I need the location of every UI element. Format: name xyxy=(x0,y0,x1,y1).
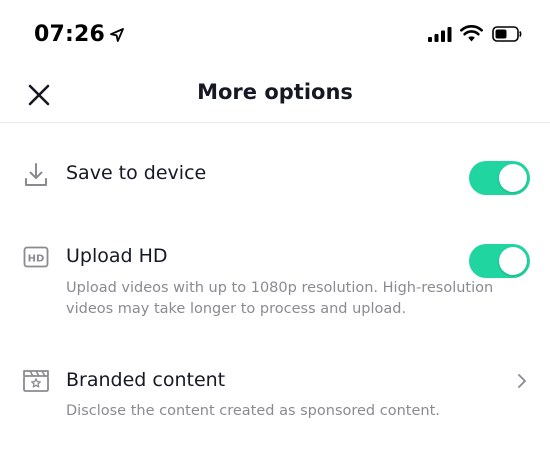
option-label: Save to device xyxy=(66,162,207,184)
svg-text:HD: HD xyxy=(28,254,45,265)
hd-icon: HD xyxy=(22,243,50,271)
page-title: More options xyxy=(197,80,353,104)
branded-content-icon xyxy=(22,366,50,394)
save-to-device-toggle[interactable] xyxy=(469,161,530,195)
option-label: Upload HD xyxy=(66,245,168,267)
option-save-to-device: Save to device xyxy=(0,152,550,202)
battery-icon xyxy=(492,25,522,47)
toggle-knob xyxy=(499,247,527,275)
upload-hd-toggle[interactable] xyxy=(469,244,530,278)
location-arrow-icon xyxy=(110,27,124,42)
status-bar: 07:26 xyxy=(0,0,550,68)
cellular-signal-icon xyxy=(428,26,452,47)
nav-header: More options xyxy=(0,68,550,123)
option-description: Disclose the content created as sponsore… xyxy=(66,403,440,419)
status-time-group: 07:26 xyxy=(34,22,124,47)
toggle-knob xyxy=(499,164,527,192)
status-time: 07:26 xyxy=(34,22,106,47)
chevron-right-icon xyxy=(516,373,528,389)
option-upload-hd: HD Upload HD Upload videos with up to 10… xyxy=(0,235,550,325)
option-label: Branded content xyxy=(66,369,226,391)
wifi-icon xyxy=(460,25,483,47)
option-description: Upload videos with up to 1080p resolutio… xyxy=(66,280,494,317)
status-indicators xyxy=(428,25,522,47)
option-branded-content[interactable]: Branded content Disclose the content cre… xyxy=(0,362,550,432)
download-icon xyxy=(22,161,50,189)
